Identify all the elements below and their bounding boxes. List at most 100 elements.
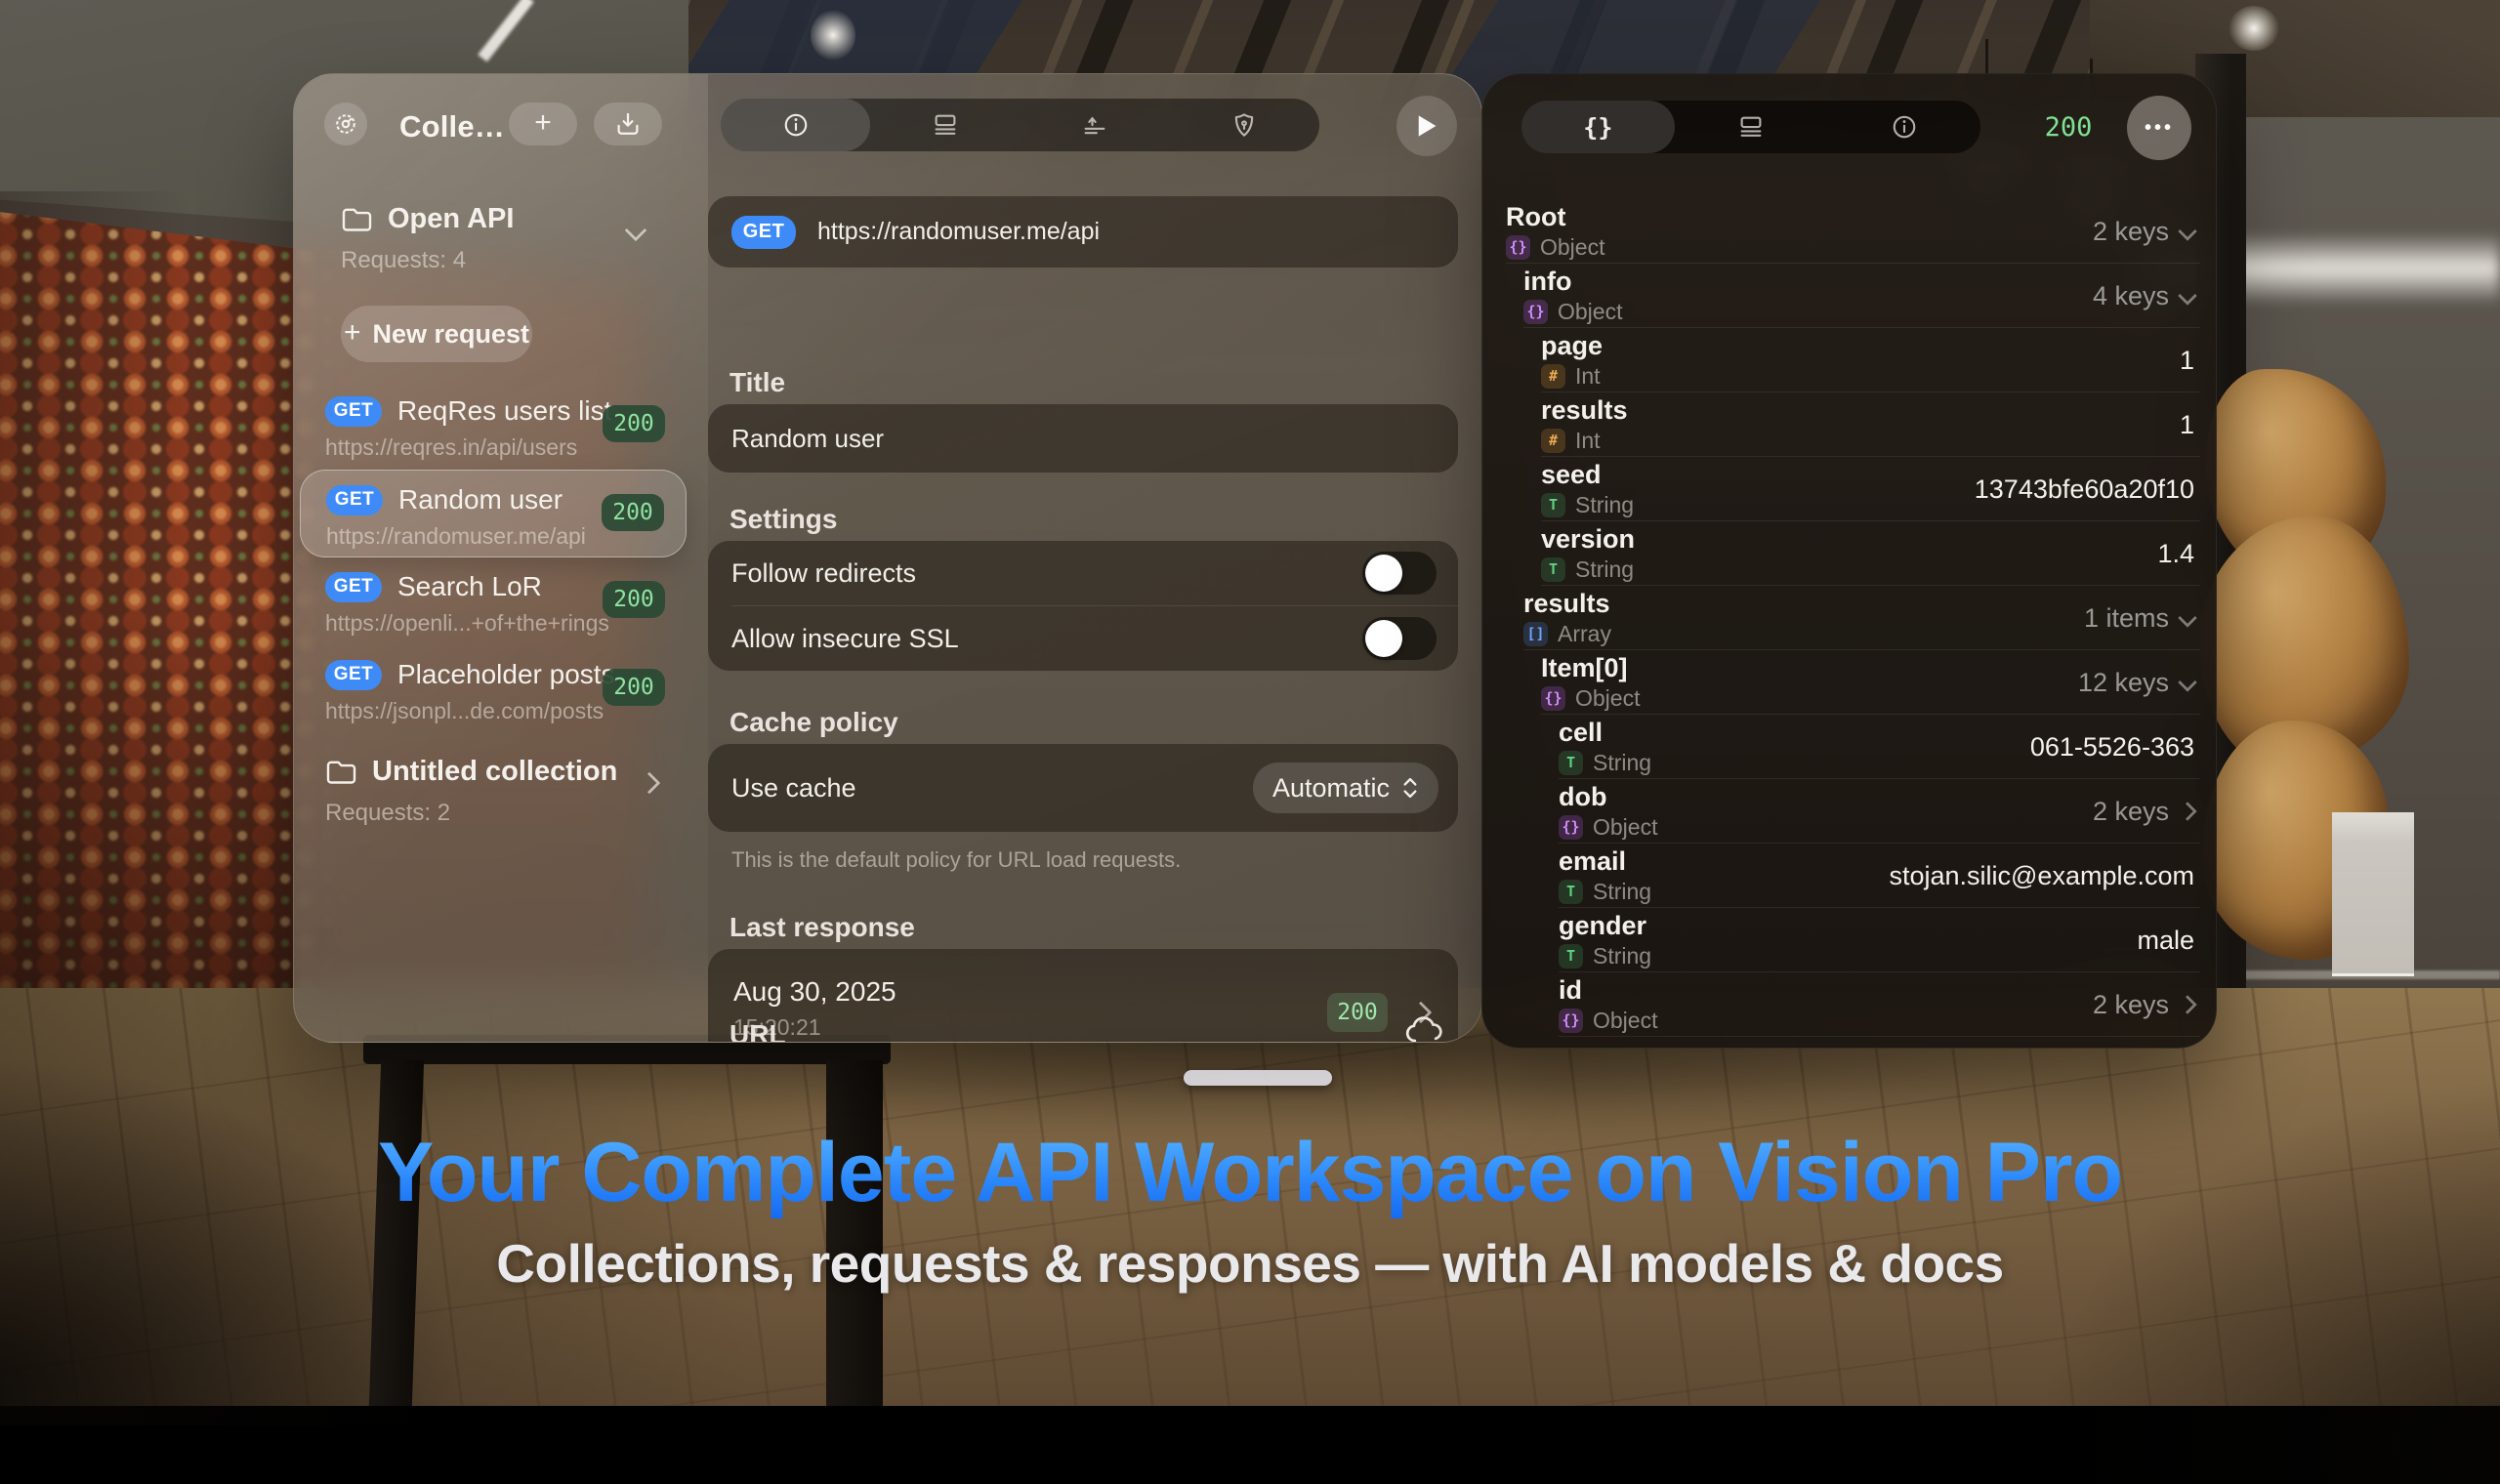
last-response-row[interactable]: Aug 30, 2025 15:20:21 200	[708, 949, 1458, 1043]
json-tree-row[interactable]: cell T String 061-5526-363	[1482, 715, 2216, 779]
cache-policy-row: Use cache Automatic	[708, 744, 1458, 832]
response-status-badge: 200	[1327, 993, 1388, 1032]
tab-auth[interactable]	[1170, 99, 1319, 151]
json-value: 13743bfe60a20f10	[1975, 476, 2194, 503]
collections-sidebar: Colle… + Open API Requests: 4 +	[294, 74, 708, 1042]
json-tree-row[interactable]: Root {} Object 2 keys	[1482, 199, 2216, 264]
allow-insecure-ssl-toggle[interactable]	[1362, 617, 1437, 660]
json-key: results	[1523, 591, 1611, 617]
chevron-icon	[2178, 673, 2197, 692]
tab-raw-body[interactable]	[1675, 101, 1828, 153]
json-key: page	[1541, 333, 1603, 359]
json-value: 2 keys	[2093, 992, 2169, 1018]
chevron-right-icon	[639, 772, 661, 795]
tab-params[interactable]	[1021, 99, 1170, 151]
json-key: seed	[1541, 462, 1634, 488]
response-tab-bar: {}	[1521, 101, 1980, 153]
tab-response-info[interactable]	[1827, 101, 1980, 153]
request-list-item[interactable]: GET Random user https://randomuser.me/ap…	[300, 470, 687, 557]
status-badge: 200	[602, 494, 664, 531]
type-badge-icon: T	[1541, 493, 1565, 517]
json-type: Int	[1575, 365, 1601, 388]
follow-redirects-toggle[interactable]	[1362, 552, 1437, 595]
method-badge[interactable]: GET	[731, 216, 796, 249]
tab-info[interactable]	[721, 99, 870, 151]
method-badge: GET	[326, 485, 383, 515]
type-badge-icon: {}	[1559, 815, 1583, 840]
tab-body[interactable]	[870, 99, 1020, 151]
json-tree-row[interactable]: info {} Object 4 keys	[1482, 264, 2216, 328]
json-type: Array	[1558, 623, 1611, 645]
method-badge: GET	[325, 572, 382, 602]
white-pedestal	[2332, 812, 2414, 976]
toggle-knob	[1365, 555, 1402, 592]
send-request-button[interactable]	[1396, 96, 1457, 156]
more-options-button[interactable]: •••	[2127, 96, 2191, 160]
type-badge-icon: {}	[1506, 235, 1530, 260]
tab-json-tree[interactable]: {}	[1521, 101, 1675, 153]
type-badge-icon: []	[1523, 622, 1548, 646]
section-cache-label: Cache policy	[729, 707, 898, 738]
request-list-item[interactable]: GET Search LoR https://openli...+of+the+…	[300, 557, 687, 645]
type-badge-icon: T	[1541, 557, 1565, 582]
json-tree-row[interactable]: page # Int 1	[1482, 328, 2216, 392]
json-value: 061-5526-363	[2030, 734, 2194, 761]
toggle-knob	[1365, 620, 1402, 657]
section-title-label: Title	[729, 367, 785, 398]
json-type: String	[1593, 945, 1651, 968]
plus-icon: +	[534, 108, 552, 138]
import-collection-button[interactable]	[594, 103, 662, 145]
info-circle-icon	[1890, 112, 1919, 142]
json-tree-row[interactable]: dob {} Object 2 keys	[1482, 779, 2216, 844]
request-list: GET ReqRes users list https://reqres.in/…	[300, 382, 687, 733]
request-name: Random user	[398, 484, 562, 515]
url-bar[interactable]: GET https://randomuser.me/api	[708, 196, 1458, 268]
sidebar-title: Colle…	[399, 109, 505, 144]
json-tree-row[interactable]: seed T String 13743bfe60a20f10	[1482, 457, 2216, 521]
request-url[interactable]: https://randomuser.me/api	[817, 218, 1100, 246]
use-cache-label: Use cache	[731, 773, 856, 804]
status-badge: 200	[603, 405, 665, 442]
json-tree-row[interactable]: results [] Array 1 items	[1482, 586, 2216, 650]
request-list-item[interactable]: GET ReqRes users list https://reqres.in/…	[300, 382, 687, 470]
chevron-icon	[2178, 286, 2197, 306]
json-key: results	[1541, 397, 1628, 424]
ellipsis-icon: •••	[2145, 117, 2174, 140]
json-tree-row[interactable]: version T String 1.4	[1482, 521, 2216, 586]
title-input[interactable]: Random user	[708, 404, 1458, 473]
json-tree-row[interactable]: Item[0] {} Object 12 keys	[1482, 650, 2216, 715]
json-value: 4 keys	[2093, 283, 2169, 309]
chevron-down-icon[interactable]	[625, 220, 647, 242]
request-list-item[interactable]: GET Placeholder posts https://jsonpl...d…	[300, 645, 687, 733]
braces-icon: {}	[1583, 113, 1612, 142]
json-tree-row[interactable]: gender T String male	[1482, 908, 2216, 972]
json-value: 1 items	[2084, 605, 2169, 632]
type-badge-icon: #	[1541, 364, 1565, 389]
json-type: String	[1575, 494, 1634, 516]
json-key: id	[1559, 977, 1657, 1004]
new-request-button[interactable]: + New request	[341, 306, 532, 362]
window-drag-bar[interactable]	[1184, 1070, 1332, 1086]
response-date: Aug 30, 2025	[733, 976, 896, 1008]
json-value: 2 keys	[2093, 219, 2169, 245]
json-key: info	[1523, 268, 1622, 295]
section-settings-label: Settings	[729, 504, 837, 535]
request-name: Placeholder posts	[397, 659, 615, 690]
json-tree-row[interactable]: id {} Object 2 keys	[1482, 972, 2216, 1037]
folder-icon	[341, 205, 376, 234]
json-key: version	[1541, 526, 1635, 553]
folder-icon	[325, 758, 360, 787]
app-settings-button[interactable]	[324, 103, 367, 145]
json-type: Object	[1540, 236, 1604, 259]
marketing-subtitle: Collections, requests & responses — with…	[0, 1232, 2500, 1295]
tray-download-icon	[613, 109, 643, 139]
collection-untitled[interactable]: Untitled collection Requests: 2	[300, 748, 687, 826]
ceiling-light	[2229, 6, 2279, 51]
add-collection-button[interactable]: +	[509, 103, 577, 145]
request-name: ReqRes users list	[397, 395, 611, 427]
status-badge: 200	[603, 581, 665, 618]
json-tree-row[interactable]: results # Int 1	[1482, 392, 2216, 457]
cache-policy-dropdown[interactable]: Automatic	[1253, 763, 1438, 813]
json-tree-row[interactable]: email T String stojan.silic@example.com	[1482, 844, 2216, 908]
request-name: Search LoR	[397, 571, 542, 602]
